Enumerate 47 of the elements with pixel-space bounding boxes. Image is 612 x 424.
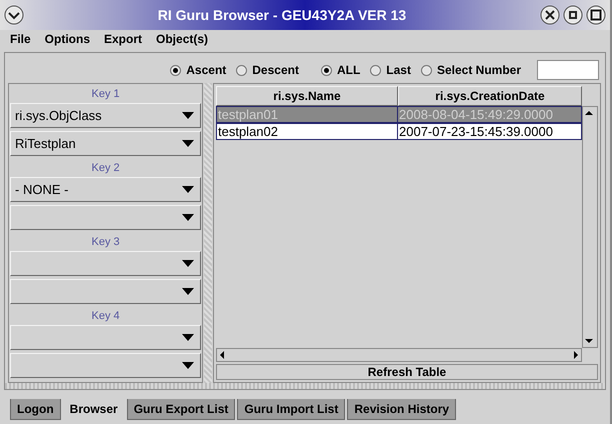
dropdown[interactable] <box>10 279 202 304</box>
splitter-handle[interactable] <box>204 83 212 383</box>
column-header[interactable]: ri.sys.Name <box>216 86 398 106</box>
dropdown-arrow-icon <box>182 288 194 295</box>
horizontal-scrollbar[interactable] <box>216 348 582 362</box>
dropdown-arrow-icon <box>182 362 194 369</box>
menu-item[interactable]: File <box>10 32 31 46</box>
table-cell: testplan01 <box>217 107 398 122</box>
table-cell: testplan02 <box>217 124 398 139</box>
dropdown[interactable] <box>10 205 202 230</box>
close-icon[interactable] <box>540 5 560 25</box>
table-cell-text: 2007-07-23-15:45:39.0000 <box>398 124 554 139</box>
dropdown-arrow-icon <box>182 214 194 221</box>
tab[interactable]: Guru Export List <box>126 399 236 420</box>
dropdown[interactable] <box>10 325 202 350</box>
dropdown[interactable]: ri.sys.ObjClass <box>10 103 202 128</box>
dropdown-arrow-icon <box>182 186 194 193</box>
dropdown[interactable] <box>10 353 202 378</box>
table-row[interactable]: testplan02 2007-07-23-15:45:39.0000 <box>216 123 582 140</box>
table-cell-text: 2008-08-04-15:49:29.0000 <box>398 107 554 122</box>
vertical-scrollbar[interactable] <box>582 106 598 348</box>
tab[interactable]: Logon <box>10 399 61 420</box>
radio-button[interactable]: Select Number <box>420 63 521 77</box>
maximize-icon[interactable] <box>586 5 606 25</box>
dropdown-arrow-icon <box>182 334 194 341</box>
tab[interactable]: Revision History <box>347 399 456 420</box>
number-field[interactable] <box>537 60 599 80</box>
resize-grip[interactable] <box>4 383 606 390</box>
dropdown[interactable] <box>10 251 202 276</box>
column-header[interactable]: ri.sys.CreationDate <box>398 86 582 106</box>
radio-button[interactable]: Descent <box>236 63 299 77</box>
radio-button[interactable]: Last <box>370 63 411 77</box>
tab[interactable]: Guru Import List <box>237 399 346 420</box>
radio-button[interactable]: ALL <box>320 63 360 77</box>
minimize-icon[interactable] <box>563 5 583 25</box>
window-title: RI Guru Browser - GEU43Y2A VER 13 <box>156 7 408 23</box>
window-menu-icon[interactable] <box>4 5 24 25</box>
dropdown[interactable]: RiTestplan <box>10 131 202 156</box>
radio-button[interactable]: Ascent <box>170 63 226 77</box>
menu-item[interactable]: Options <box>44 32 90 46</box>
dropdown-arrow-icon <box>182 140 194 147</box>
dropdown[interactable]: - NONE - <box>10 177 202 202</box>
dropdown-arrow-icon <box>182 260 194 267</box>
menu-item[interactable]: Export <box>104 32 142 46</box>
dropdown-arrow-icon <box>182 112 194 119</box>
menu-item[interactable]: Object(s) <box>156 32 208 46</box>
refresh-table-button[interactable]: Refresh Table <box>216 364 598 380</box>
